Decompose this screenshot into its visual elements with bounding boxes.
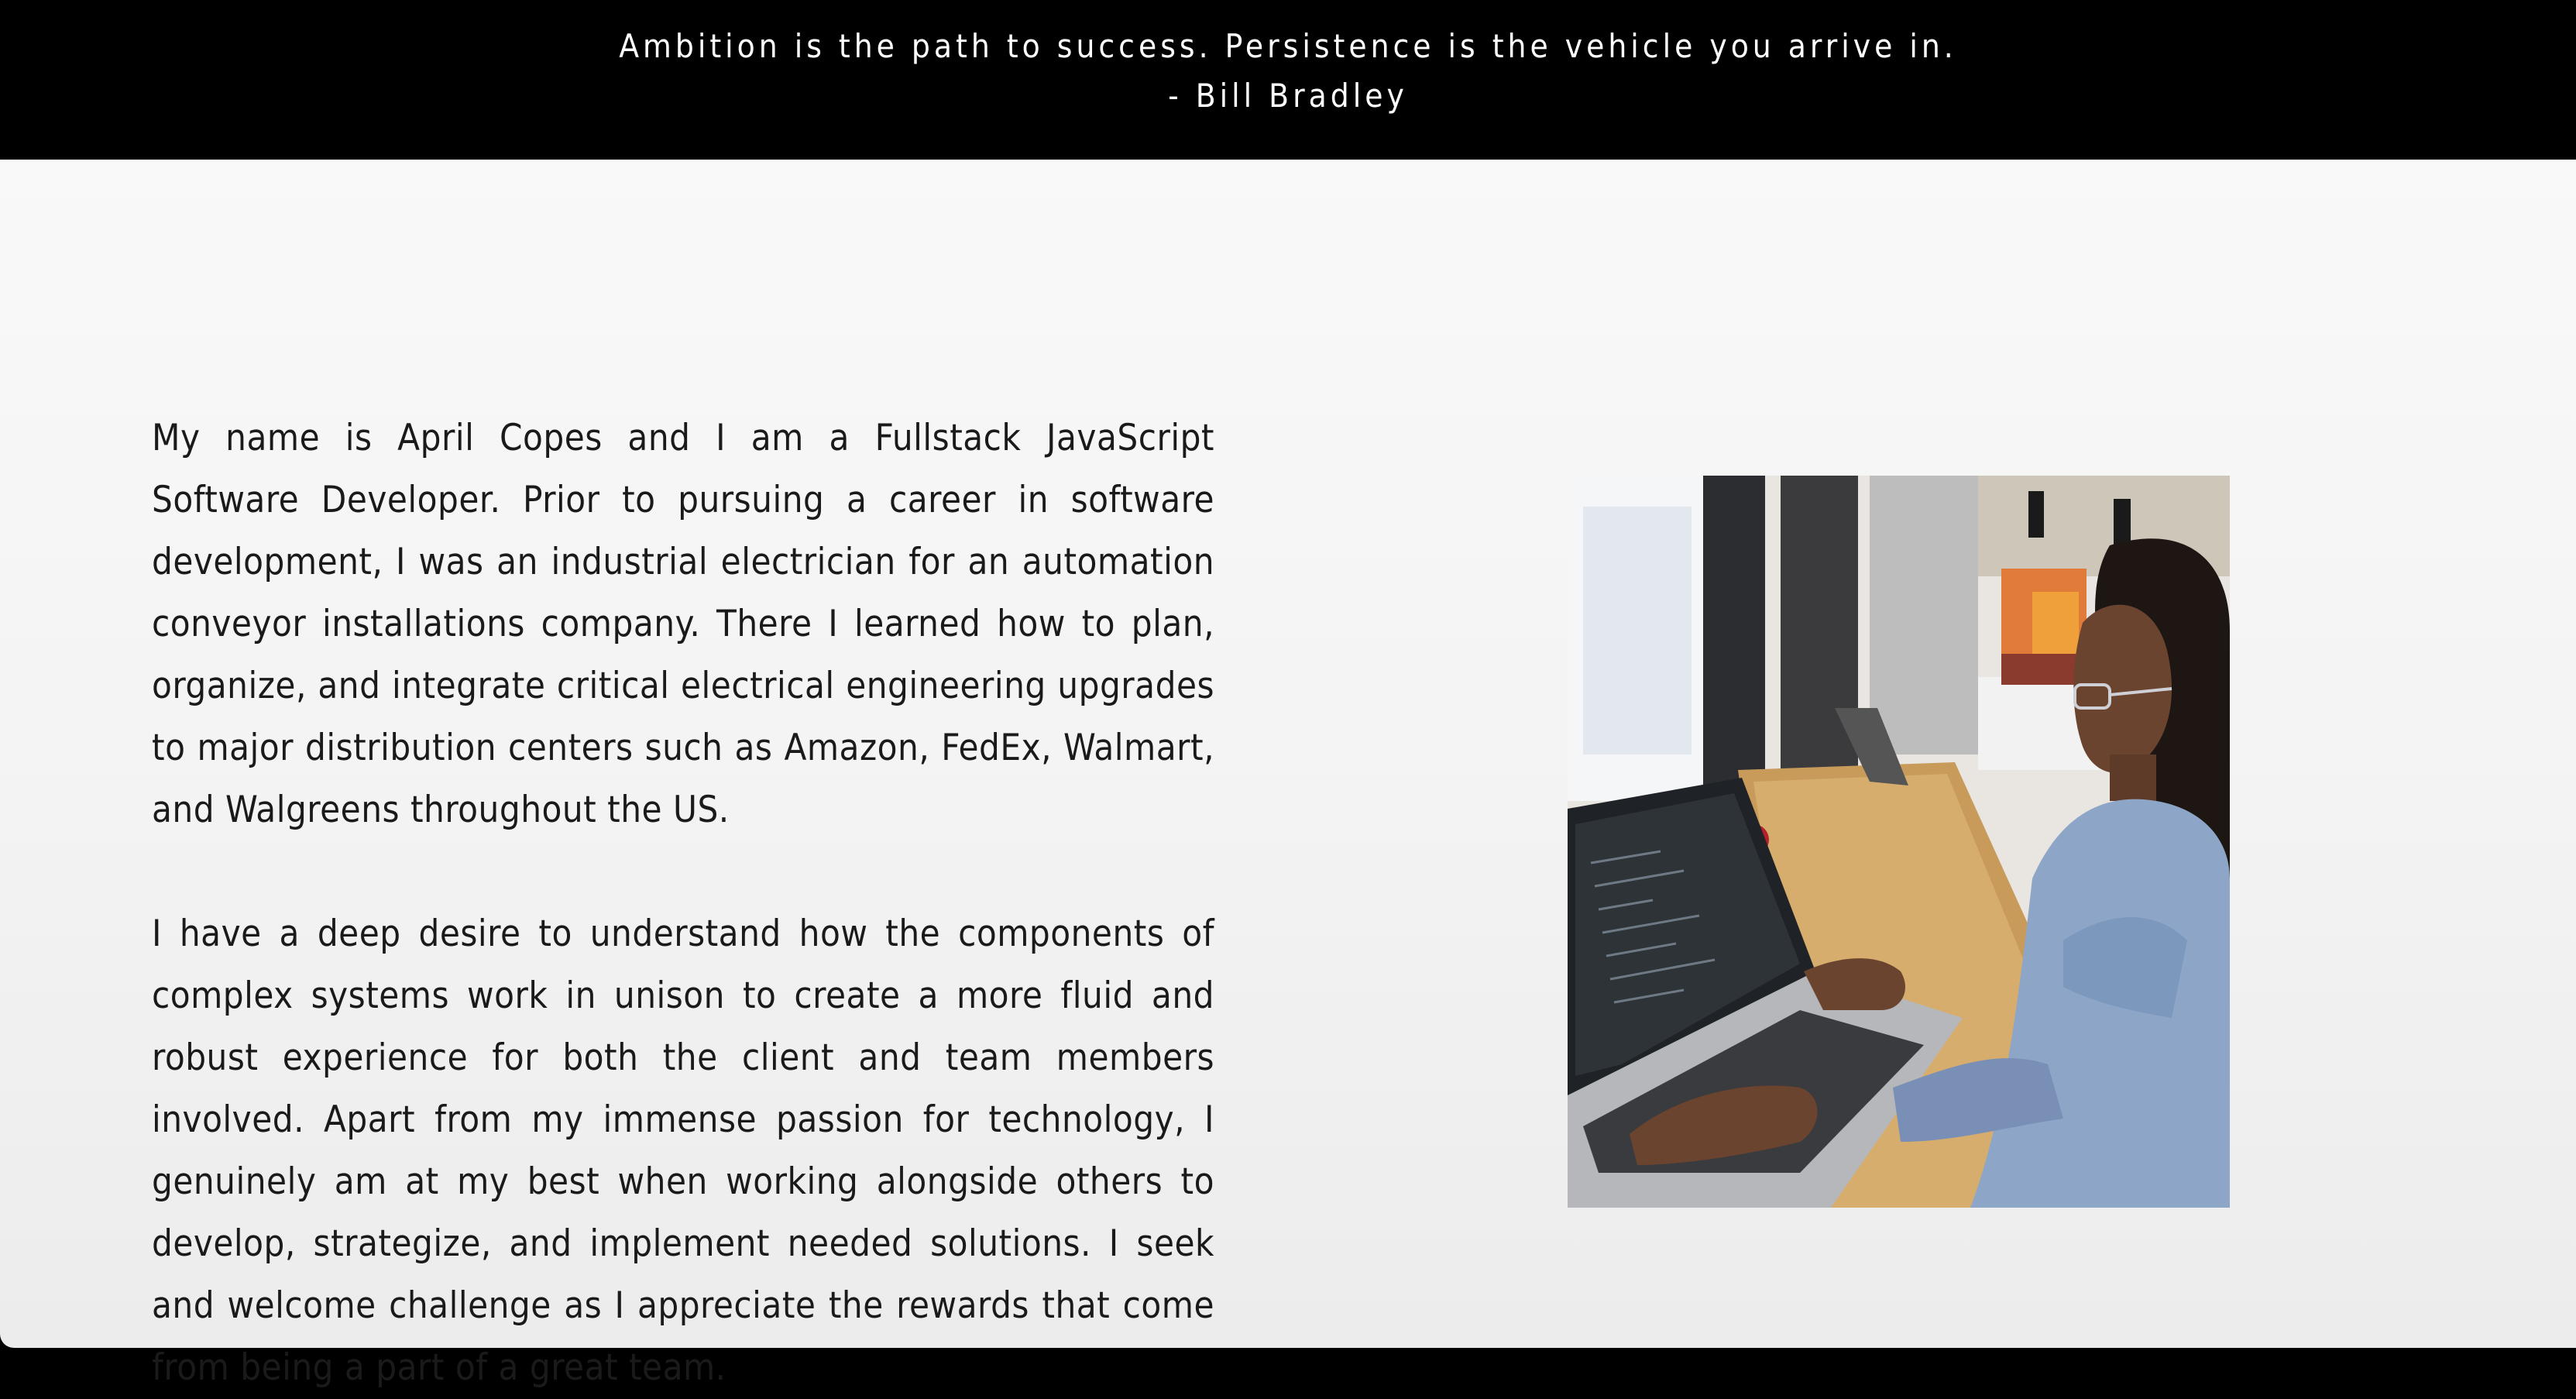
quote-author: - Bill Bradley bbox=[1168, 77, 1408, 115]
bio-paragraph-1: My name is April Copes and I am a Fullst… bbox=[152, 417, 1214, 831]
about-section: My name is April Copes and I am a Fullst… bbox=[0, 160, 2576, 1389]
bio-text: My name is April Copes and I am a Fullst… bbox=[152, 407, 1214, 1399]
quote-banner: Ambition is the path to success. Persist… bbox=[0, 0, 2576, 160]
bio-paragraph-2: I have a deep desire to understand how t… bbox=[152, 913, 1214, 1389]
quote-text: Ambition is the path to success. Persist… bbox=[619, 27, 1957, 65]
profile-photo bbox=[1568, 476, 2230, 1208]
